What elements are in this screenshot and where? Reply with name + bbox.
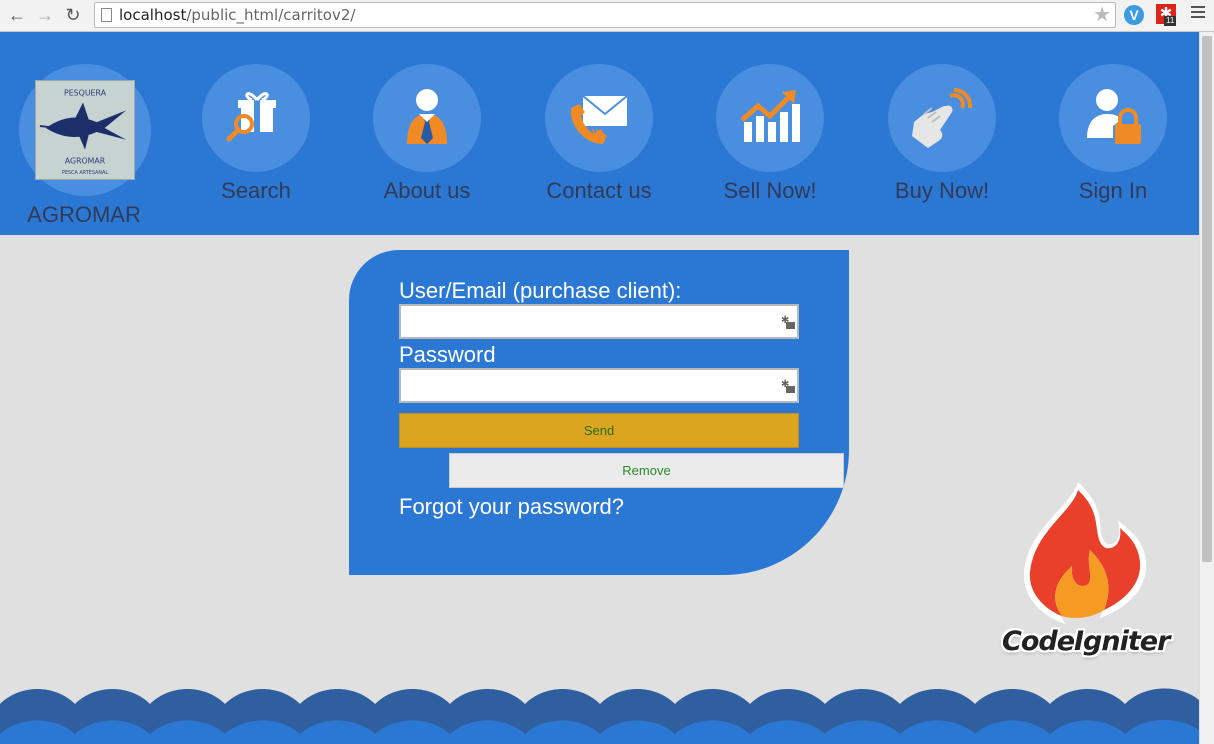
browser-toolbar: ← → ↻ localhost/public_html/carritov2/ ★… xyxy=(0,0,1214,32)
nav-search-label: Search xyxy=(221,178,291,203)
nav-about-label: About us xyxy=(383,178,471,203)
site-header: PESQUERA AGROMAR PESCA ARTESANAL AGROMAR… xyxy=(0,32,1199,235)
forward-icon[interactable]: → xyxy=(34,4,56,26)
nav-signin[interactable]: Sign In xyxy=(1033,64,1193,204)
agromar-logo[interactable]: PESQUERA AGROMAR PESCA ARTESANAL xyxy=(35,80,135,180)
password-label: Password xyxy=(399,342,496,367)
bookmark-star-icon[interactable]: ★ xyxy=(1093,3,1111,27)
pointing-hand-icon xyxy=(912,87,973,148)
url-text: localhost/public_html/carritov2/ xyxy=(119,6,355,24)
svg-text:PESQUERA: PESQUERA xyxy=(64,89,107,98)
nav-sell-label: Sell Now! xyxy=(723,178,817,203)
reload-icon[interactable]: ↻ xyxy=(62,4,84,26)
menu-icon[interactable] xyxy=(1191,6,1205,21)
growth-chart-icon xyxy=(740,90,800,142)
nav-contact-label: Contact us xyxy=(546,178,652,203)
back-icon[interactable]: ← xyxy=(6,4,28,26)
login-panel: User/Email (purchase client): ✱ Password… xyxy=(349,250,849,575)
nav-buy-label: Buy Now! xyxy=(894,178,990,203)
brand-name[interactable]: AGROMAR xyxy=(4,202,164,228)
nav-about[interactable]: About us xyxy=(347,64,507,204)
wave-decoration xyxy=(0,688,1199,744)
extension-badge: 11 xyxy=(1164,16,1177,26)
nav-sell[interactable]: Sell Now! xyxy=(690,64,850,204)
codeigniter-wordmark: CodeIgniter xyxy=(1002,626,1170,657)
marlin-logo-icon: PESQUERA AGROMAR PESCA ARTESANAL xyxy=(36,81,134,179)
remove-button[interactable]: Remove xyxy=(449,453,844,488)
phone-envelope-icon: ))) xyxy=(570,95,628,144)
password-manager-icon[interactable]: ✱ xyxy=(781,379,795,393)
scroll-thumb[interactable] xyxy=(1202,36,1212,562)
svg-text:AGROMAR: AGROMAR xyxy=(65,156,106,165)
page-icon xyxy=(101,8,112,22)
password-input[interactable] xyxy=(401,370,797,401)
url-host: localhost xyxy=(119,6,187,24)
gift-search-icon xyxy=(226,92,276,142)
password-field[interactable]: ✱ xyxy=(399,368,799,403)
url-path: /public_html/carritov2/ xyxy=(186,6,356,24)
user-email-field[interactable]: ✱ xyxy=(399,304,799,339)
user-email-input[interactable] xyxy=(401,306,797,337)
person-tie-icon xyxy=(407,89,447,144)
extension-v-icon[interactable]: V xyxy=(1124,5,1144,25)
scrollbar[interactable] xyxy=(1199,32,1214,744)
user-lock-icon xyxy=(1087,89,1141,144)
forgot-password-link[interactable]: Forgot your password? xyxy=(399,494,624,520)
svg-text:PESCA ARTESANAL: PESCA ARTESANAL xyxy=(62,170,108,176)
nav-signin-label: Sign In xyxy=(1078,178,1148,203)
svg-text:))): ))) xyxy=(591,129,603,139)
password-manager-icon[interactable]: ✱ xyxy=(781,315,795,329)
nav-search[interactable]: Search xyxy=(176,64,336,204)
send-button[interactable]: Send xyxy=(399,413,799,448)
user-email-label: User/Email (purchase client): xyxy=(399,278,682,303)
nav-buy[interactable]: Buy Now! xyxy=(862,64,1022,204)
nav-contact[interactable]: ))) Contact us xyxy=(519,64,679,204)
address-bar[interactable]: localhost/public_html/carritov2/ ★ xyxy=(94,2,1116,28)
